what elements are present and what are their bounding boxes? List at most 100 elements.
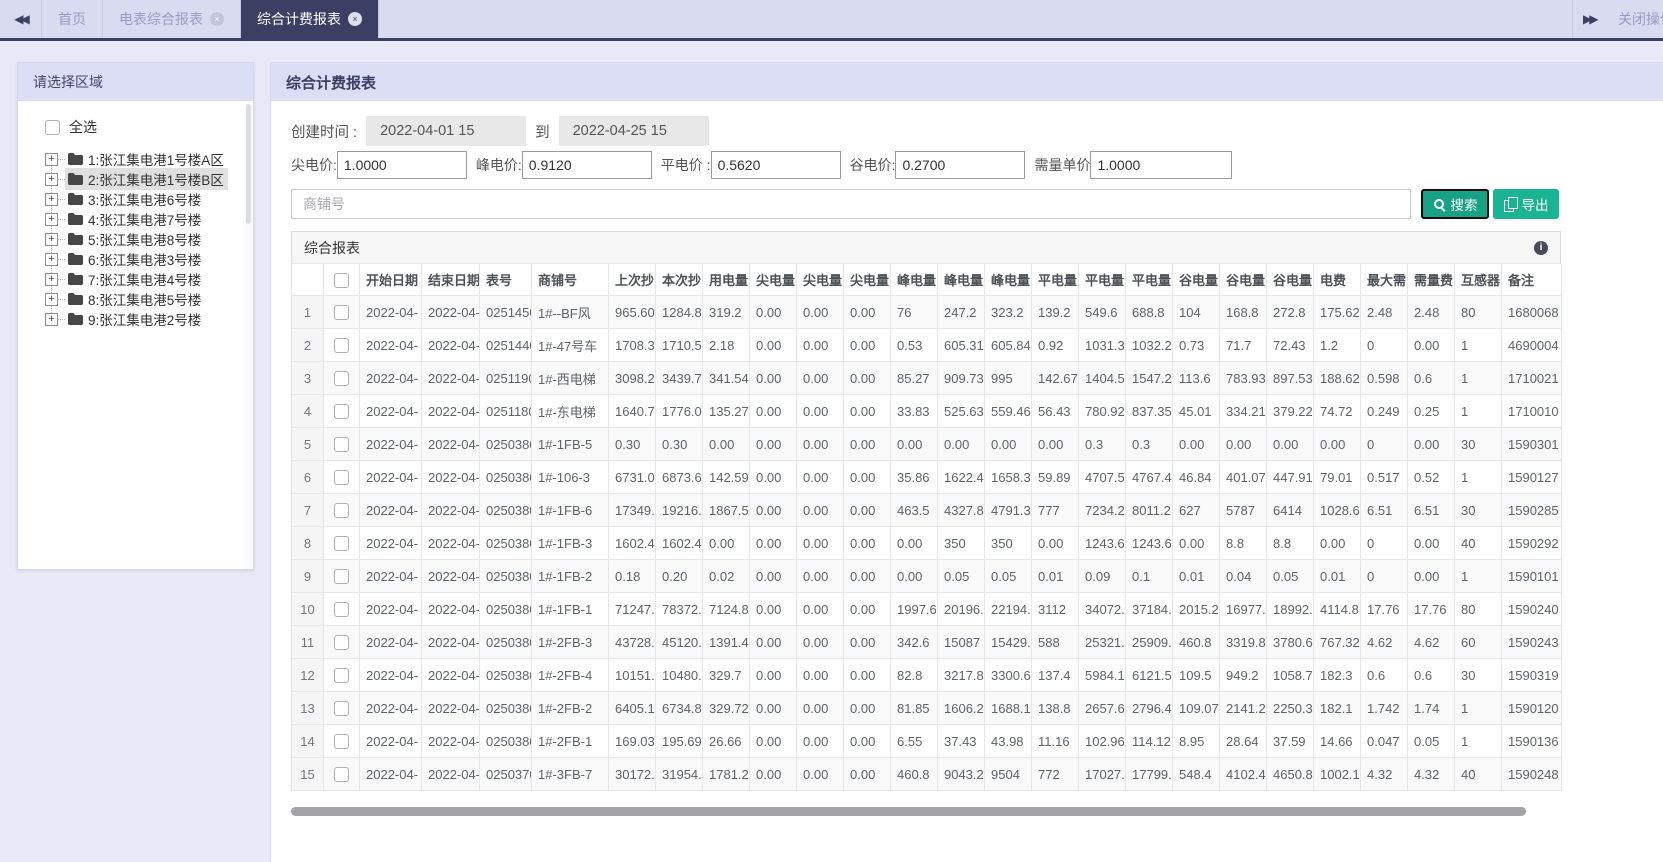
- price-input[interactable]: [710, 151, 841, 179]
- sidebar-scrollbar[interactable]: [245, 102, 252, 569]
- date-to-input[interactable]: [558, 116, 709, 146]
- row-checkbox[interactable]: [334, 404, 349, 420]
- tree-expander-icon[interactable]: +: [45, 272, 58, 286]
- cell: 1602.4: [655, 526, 703, 560]
- row-index: 9: [291, 559, 324, 593]
- row-checkbox[interactable]: [334, 371, 349, 387]
- row-checkbox[interactable]: [334, 437, 349, 453]
- cell: 0.00: [843, 493, 891, 527]
- cell: 2022-04-: [359, 526, 422, 560]
- scroll-tabs-left-button[interactable]: ◀◀: [0, 0, 42, 38]
- row-checkbox[interactable]: [334, 503, 349, 519]
- cell: 02503800: [479, 460, 532, 494]
- close-operations-menu[interactable]: 关闭操作: [1618, 0, 1663, 38]
- cell: 4690004: [1501, 328, 1562, 362]
- tab-3[interactable]: 综合计费报表 ×: [241, 0, 379, 38]
- cell: 6734.8: [655, 691, 703, 725]
- cell: 4114.8: [1313, 592, 1361, 626]
- scroll-tabs-right-button[interactable]: ▶▶: [1583, 0, 1599, 38]
- folder-icon: [68, 213, 83, 225]
- tree-expander-icon[interactable]: +: [45, 312, 58, 326]
- cell: 0.25: [1407, 394, 1455, 428]
- header-谷电量: 谷电量: [1172, 263, 1220, 296]
- tab-1[interactable]: 首页: [42, 0, 103, 38]
- tree-node[interactable]: 6:张江集电港3号楼: [65, 248, 205, 270]
- tree-dash-line: [58, 158, 65, 160]
- tab-close-icon[interactable]: ×: [348, 12, 362, 26]
- tree-node[interactable]: 7:张江集电港4号楼: [65, 268, 205, 290]
- table-horizontal-scrollbar[interactable]: [291, 807, 1561, 816]
- row-checkbox[interactable]: [334, 701, 349, 717]
- cell: 1058.7: [1266, 658, 1314, 692]
- row-checkbox[interactable]: [334, 734, 349, 750]
- tree-expander-icon[interactable]: +: [45, 192, 58, 206]
- cell: 1590240: [1501, 592, 1562, 626]
- tree-expander-icon[interactable]: +: [45, 212, 58, 226]
- row-checkbox[interactable]: [334, 602, 349, 618]
- cell: 0.00: [749, 361, 797, 395]
- cell: 17799.: [1125, 757, 1173, 791]
- cell: 0.6: [1360, 658, 1408, 692]
- row-checkbox-cell: [323, 724, 360, 758]
- cell: 1867.5: [702, 493, 750, 527]
- table-row: 112022-04-2022-04-025038001#-2FB-343728.…: [291, 625, 1562, 659]
- row-checkbox[interactable]: [334, 635, 349, 651]
- row-index: 5: [291, 427, 324, 461]
- header-checkbox[interactable]: [334, 272, 349, 288]
- tree-node[interactable]: 3:张江集电港6号楼: [65, 188, 205, 210]
- cell: 2796.4: [1125, 691, 1173, 725]
- row-checkbox[interactable]: [334, 305, 349, 321]
- price-label: 谷电价:: [849, 157, 896, 173]
- header-结束日期: 结束日期: [421, 263, 480, 296]
- date-from-input[interactable]: [366, 116, 527, 146]
- row-checkbox[interactable]: [334, 668, 349, 684]
- cell: 30: [1454, 493, 1502, 527]
- row-checkbox[interactable]: [334, 338, 349, 354]
- header-商铺号: 商铺号: [531, 263, 609, 296]
- row-checkbox[interactable]: [334, 767, 349, 783]
- cell: 605.84: [984, 328, 1032, 362]
- tree-node[interactable]: 9:张江集电港2号楼: [65, 308, 205, 330]
- price-input[interactable]: [521, 151, 652, 179]
- tab-close-icon[interactable]: ×: [210, 12, 224, 26]
- folder-icon: [68, 193, 83, 205]
- tab-2[interactable]: 电表综合报表 ×: [103, 0, 241, 38]
- cell: 1031.3: [1078, 328, 1126, 362]
- select-all-row[interactable]: 全选: [45, 117, 253, 137]
- cell: 0.00: [749, 394, 797, 428]
- cell: 8.8: [1266, 526, 1314, 560]
- cell: 627: [1172, 493, 1220, 527]
- shop-number-input[interactable]: [291, 189, 1411, 219]
- tree-node[interactable]: 2:张江集电港1号楼B区: [65, 168, 228, 190]
- tree-expander-icon[interactable]: +: [45, 172, 58, 186]
- row-checkbox[interactable]: [334, 470, 349, 486]
- price-input[interactable]: [1090, 151, 1233, 179]
- row-index: 1: [291, 295, 324, 329]
- tree-expander-icon[interactable]: +: [45, 292, 58, 306]
- tree-expander-icon[interactable]: +: [45, 232, 58, 246]
- tree-expander-icon[interactable]: +: [45, 152, 58, 166]
- sidebar-scrollbar-thumb[interactable]: [246, 104, 251, 224]
- search-button[interactable]: 搜索: [1421, 189, 1489, 219]
- tree-node[interactable]: 8:张江集电港5号楼: [65, 288, 205, 310]
- select-all-checkbox[interactable]: [45, 119, 60, 135]
- report-section-bar: 综合报表 i: [291, 231, 1561, 264]
- cell: 0.00: [749, 295, 797, 329]
- row-checkbox-cell: [323, 328, 360, 362]
- tree-node[interactable]: 1:张江集电港1号楼A区: [65, 148, 228, 170]
- cell: 182.3: [1313, 658, 1361, 692]
- table-horizontal-scrollbar-thumb[interactable]: [291, 807, 1526, 816]
- export-button[interactable]: 导出: [1493, 189, 1559, 219]
- cell: 2022-04-: [359, 625, 422, 659]
- tree-node[interactable]: 5:张江集电港8号楼: [65, 228, 205, 250]
- cell: 1658.3: [984, 460, 1032, 494]
- tree-expander-icon[interactable]: +: [45, 252, 58, 266]
- row-checkbox-cell: [323, 361, 360, 395]
- row-checkbox[interactable]: [334, 569, 349, 585]
- price-input[interactable]: [895, 151, 1026, 179]
- row-checkbox[interactable]: [334, 536, 349, 552]
- tree-item-4: +4:张江集电港7号楼: [45, 209, 253, 229]
- info-icon[interactable]: i: [1534, 240, 1548, 255]
- price-input[interactable]: [336, 151, 467, 179]
- tree-node[interactable]: 4:张江集电港7号楼: [65, 208, 205, 230]
